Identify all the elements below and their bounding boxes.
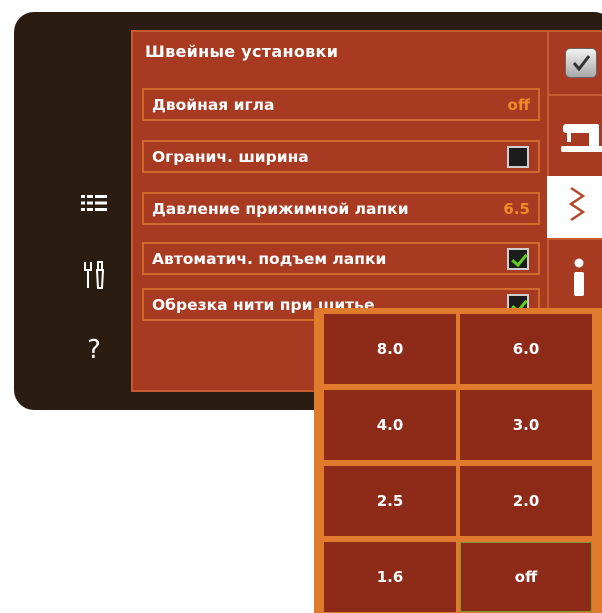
- width-limit-checkbox[interactable]: [507, 146, 529, 168]
- panel-title: Швейные установки: [145, 42, 339, 61]
- width-limit-row[interactable]: Огранич. ширина: [142, 140, 540, 173]
- pressure-value-popup: 8.0 6.0 4.0 3.0 2.5 2.0 1.6 off: [314, 308, 602, 613]
- option-2-5[interactable]: 2.5: [324, 466, 456, 536]
- tools-icon-graphic: [84, 261, 105, 289]
- sewing-machine-icon: [561, 124, 602, 152]
- presser-foot-pressure-label: Давление прижимной лапки: [152, 200, 409, 218]
- confirm-check-icon: [565, 48, 597, 78]
- settings-list-icon-graphic: [81, 195, 107, 211]
- twin-needle-label: Двойная игла: [152, 96, 275, 114]
- presser-foot-pressure-row[interactable]: Давление прижимной лапки 6.5: [142, 192, 540, 225]
- confirm-check-glyph: [572, 55, 591, 72]
- stitch-tab[interactable]: [547, 176, 602, 238]
- auto-foot-lift-checkbox[interactable]: [507, 248, 529, 270]
- help-icon[interactable]: ?: [70, 330, 118, 370]
- presser-foot-pressure-value: 6.5: [503, 200, 530, 218]
- auto-foot-lift-label: Автоматич. подъем лапки: [152, 250, 387, 268]
- option-4-0[interactable]: 4.0: [324, 390, 456, 460]
- option-6-0[interactable]: 6.0: [460, 314, 592, 384]
- auto-foot-lift-row[interactable]: Автоматич. подъем лапки: [142, 242, 540, 275]
- width-limit-label: Огранич. ширина: [152, 148, 309, 166]
- twin-needle-row[interactable]: Двойная игла off: [142, 88, 540, 121]
- help-icon-glyph: ?: [87, 335, 101, 365]
- option-1-6[interactable]: 1.6: [324, 542, 456, 612]
- option-2-0[interactable]: 2.0: [460, 466, 592, 536]
- stitch-zigzag-icon: [568, 186, 586, 222]
- tools-icon[interactable]: [70, 255, 118, 295]
- info-icon: [574, 258, 584, 296]
- option-off[interactable]: off: [460, 542, 592, 612]
- option-3-0[interactable]: 3.0: [460, 390, 592, 460]
- settings-list-icon[interactable]: [70, 183, 118, 223]
- option-8-0[interactable]: 8.0: [324, 314, 456, 384]
- sewing-machine-tab[interactable]: [547, 94, 602, 176]
- confirm-tab[interactable]: [547, 30, 602, 94]
- twin-needle-value: off: [507, 96, 530, 114]
